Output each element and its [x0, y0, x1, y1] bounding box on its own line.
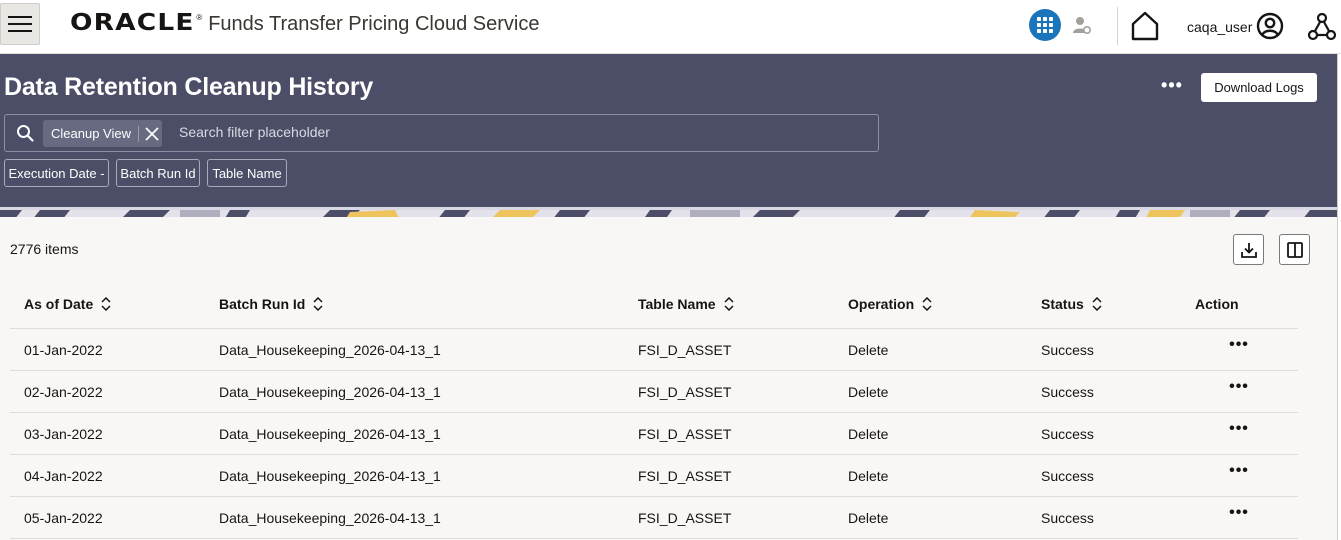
results-panel: 2776 items As of Date Batch Run Id Table… [0, 217, 1337, 540]
filter-batch-run-id[interactable]: Batch Run Id [116, 159, 200, 187]
columns-icon [1286, 241, 1303, 258]
cell-table-name: FSI_D_ASSET [638, 468, 732, 484]
top-bar: ORACLE ® Funds Transfer Pricing Cloud Ser… [0, 0, 1341, 54]
filter-execution-date[interactable]: Execution Date - [4, 159, 109, 187]
person-settings-icon[interactable] [1072, 15, 1092, 35]
column-layout-button[interactable] [1279, 234, 1310, 265]
cell-batch-run-id: Data_Housekeeping_2026-04-13_1 [219, 510, 441, 526]
more-actions-button[interactable]: ••• [1158, 76, 1186, 98]
user-avatar-icon[interactable] [1256, 12, 1284, 40]
column-header-status[interactable]: Status [1041, 296, 1102, 312]
column-header-table-name[interactable]: Table Name [638, 296, 734, 312]
cell-status: Success [1041, 468, 1094, 484]
cell-operation: Delete [848, 426, 889, 442]
column-header-label: Batch Run Id [219, 296, 306, 312]
cell-table-name: FSI_D_ASSET [638, 384, 732, 400]
filter-table-name[interactable]: Table Name [207, 159, 287, 187]
row-actions-button[interactable]: ••• [1227, 379, 1251, 401]
cell-status: Success [1041, 342, 1094, 358]
cell-status: Success [1041, 510, 1094, 526]
row-actions-button[interactable]: ••• [1227, 421, 1251, 443]
grid-icon [1037, 17, 1053, 33]
filter-chip-label: Cleanup View [51, 126, 131, 141]
search-input[interactable]: Search filter placeholder [179, 124, 330, 140]
sort-icon [922, 297, 932, 311]
cell-operation: Delete [848, 468, 889, 484]
sort-icon [724, 297, 734, 311]
download-icon [1240, 242, 1257, 258]
cell-batch-run-id: Data_Housekeeping_2026-04-13_1 [219, 384, 441, 400]
search-filter-bar[interactable]: Cleanup View Search filter placeholder [4, 114, 879, 152]
column-header-label: Action [1195, 296, 1239, 312]
product-name: Funds Transfer Pricing Cloud Service [208, 13, 540, 35]
cell-batch-run-id: Data_Housekeeping_2026-04-13_1 [219, 342, 441, 358]
table-row[interactable]: 04-Jan-2022 Data_Housekeeping_2026-04-13… [10, 455, 1298, 497]
column-header-action: Action [1195, 296, 1239, 312]
table-row[interactable]: 05-Jan-2022 Data_Housekeeping_2026-04-13… [10, 497, 1298, 539]
banner-pattern [0, 210, 1337, 217]
cell-table-name: FSI_D_ASSET [638, 342, 732, 358]
column-header-label: As of Date [24, 296, 94, 312]
username-label[interactable]: caqa_user [1187, 19, 1252, 35]
table-row[interactable]: 01-Jan-2022 Data_Housekeeping_2026-04-13… [10, 329, 1298, 371]
oracle-logo: ORACLE [70, 10, 195, 36]
brand: ORACLE ® Funds Transfer Pricing Cloud Ser… [70, 10, 539, 36]
row-actions-button[interactable]: ••• [1227, 505, 1251, 527]
toolbar-divider [1117, 7, 1118, 45]
cell-status: Success [1041, 426, 1094, 442]
cell-table-name: FSI_D_ASSET [638, 426, 732, 442]
cell-as-of-date: 05-Jan-2022 [24, 510, 103, 526]
registered-mark: ® [196, 13, 203, 22]
cell-table-name: FSI_D_ASSET [638, 510, 732, 526]
chip-separator [137, 125, 139, 142]
row-actions-button[interactable]: ••• [1227, 463, 1251, 485]
table-row[interactable]: 02-Jan-2022 Data_Housekeeping_2026-04-13… [10, 371, 1298, 413]
cell-batch-run-id: Data_Housekeeping_2026-04-13_1 [219, 426, 441, 442]
filter-chip-cleanup-view[interactable]: Cleanup View [43, 120, 162, 147]
cleanup-history-table: As of Date Batch Run Id Table Name Opera… [10, 285, 1298, 539]
close-icon[interactable] [145, 126, 159, 141]
column-header-label: Status [1041, 296, 1084, 312]
sort-icon [313, 297, 323, 311]
column-header-batch-run-id[interactable]: Batch Run Id [219, 296, 323, 312]
sort-icon [1092, 297, 1102, 311]
cell-operation: Delete [848, 384, 889, 400]
download-logs-button[interactable]: Download Logs [1201, 73, 1317, 102]
page-title: Data Retention Cleanup History [4, 73, 374, 101]
hierarchy-icon[interactable] [1307, 12, 1337, 42]
table-header: As of Date Batch Run Id Table Name Opera… [10, 285, 1298, 329]
cell-as-of-date: 01-Jan-2022 [24, 342, 103, 358]
cell-status: Success [1041, 384, 1094, 400]
table-row[interactable]: 03-Jan-2022 Data_Housekeeping_2026-04-13… [10, 413, 1298, 455]
cell-as-of-date: 03-Jan-2022 [24, 426, 103, 442]
item-count: 2776 items [10, 241, 79, 257]
search-icon [17, 125, 34, 142]
page-scrollbar[interactable] [1337, 54, 1341, 540]
cell-operation: Delete [848, 510, 889, 526]
column-header-label: Operation [848, 296, 915, 312]
export-button[interactable] [1233, 234, 1264, 265]
cell-as-of-date: 04-Jan-2022 [24, 468, 103, 484]
sort-icon [101, 297, 111, 311]
row-actions-button[interactable]: ••• [1227, 337, 1251, 359]
decorative-banner [0, 207, 1337, 217]
cell-as-of-date: 02-Jan-2022 [24, 384, 103, 400]
column-header-operation[interactable]: Operation [848, 296, 932, 312]
page-header: Data Retention Cleanup History ••• Downl… [0, 54, 1337, 207]
cell-operation: Delete [848, 342, 889, 358]
cell-batch-run-id: Data_Housekeeping_2026-04-13_1 [219, 468, 441, 484]
home-icon[interactable] [1129, 10, 1161, 42]
column-header-label: Table Name [638, 296, 716, 312]
apps-grid-button[interactable] [1029, 9, 1061, 41]
hamburger-menu-icon[interactable] [0, 3, 40, 45]
column-header-as-of-date[interactable]: As of Date [24, 296, 111, 312]
